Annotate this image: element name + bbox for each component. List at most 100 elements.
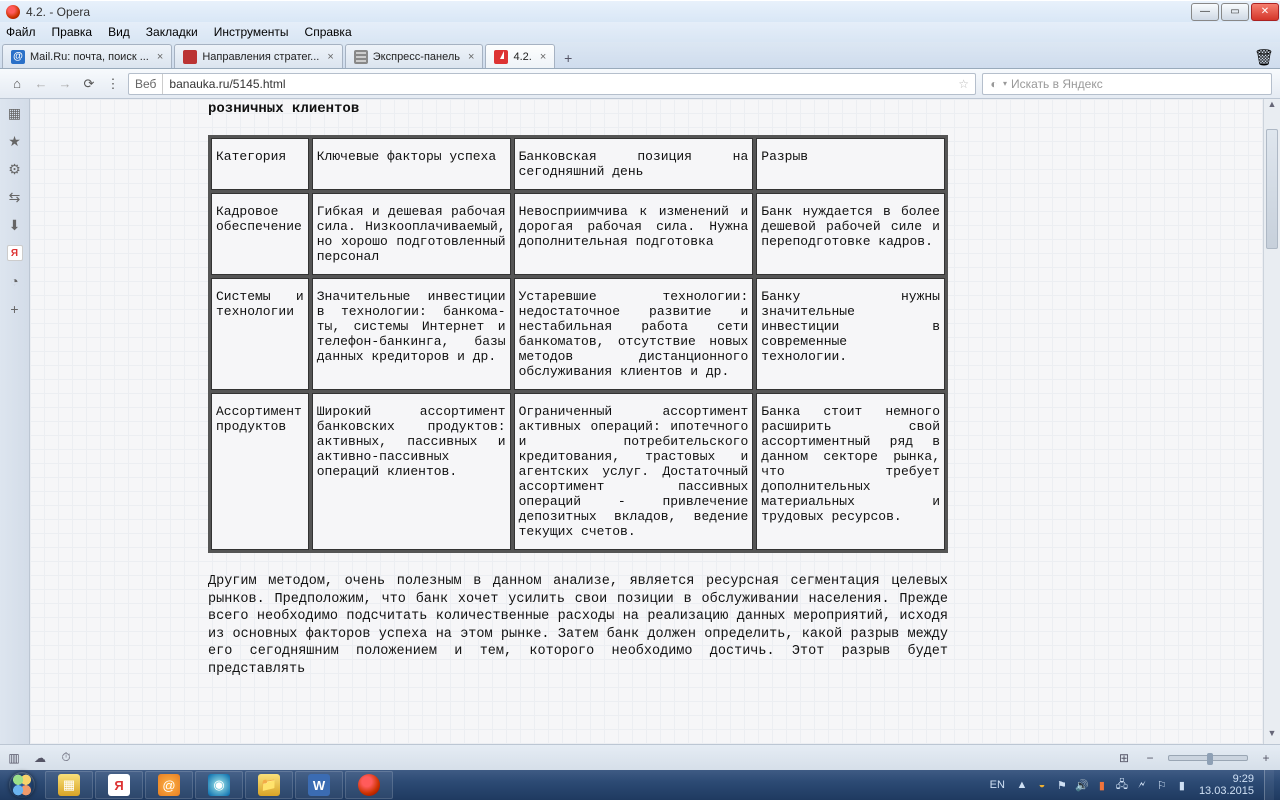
cell: Гибкая и дешевая рабочая сила. Низкоопла… [312, 193, 511, 275]
tray-flag-icon[interactable]: ⚑ [1055, 778, 1069, 792]
taskbar-mail[interactable]: @ [145, 771, 193, 799]
tab-mailru[interactable]: @Mail.Ru: почта, поиск ...× [2, 44, 172, 68]
body-paragraph: Другим методом, очень полезным в данном … [208, 573, 948, 678]
cell: Ограниченный ассортимент активных операц… [514, 393, 754, 550]
cell: Ассортимент продуктов [211, 393, 309, 550]
menubar: Файл Правка Вид Закладки Инструменты Спр… [0, 22, 1280, 42]
table-row: Ассортимент продуктов Широкий ассортимен… [211, 393, 945, 550]
panel-star-icon[interactable]: ★ [7, 133, 23, 149]
search-dropdown-icon[interactable]: ▾ [1003, 79, 1007, 88]
panel-downloads-icon[interactable]: ⬇ [7, 217, 23, 233]
cell: Устаревшие технологии: недостаточное раз… [514, 278, 754, 390]
tray-network-icon[interactable]: 🖧 [1115, 778, 1129, 792]
clock-date: 13.03.2015 [1199, 785, 1254, 797]
protocol-label: Веб [129, 74, 163, 94]
show-desktop-button[interactable] [1264, 770, 1274, 800]
panel-links-icon[interactable]: ⇆ [7, 189, 23, 205]
taskbar-folder[interactable]: 📁 [245, 771, 293, 799]
menu-bookmarks[interactable]: Закладки [146, 25, 198, 39]
forward-icon[interactable]: → [56, 75, 74, 93]
taskbar-opera[interactable] [345, 771, 393, 799]
tab-current[interactable]: 4.2. × [485, 44, 555, 68]
menu-help[interactable]: Справка [305, 25, 352, 39]
tray-wifi-icon[interactable]: ▮ [1175, 778, 1189, 792]
language-indicator[interactable]: EN [986, 779, 1009, 791]
taskbar-clock[interactable]: 9:29 13.03.2015 [1195, 773, 1258, 797]
scroll-down-icon[interactable]: ▼ [1264, 728, 1280, 744]
tab-label: 4.2. [513, 51, 531, 63]
panel-yandex-icon[interactable]: Я [7, 245, 23, 261]
bookmark-star-icon[interactable]: ☆ [952, 77, 975, 91]
tray-up-icon[interactable]: ▲ [1015, 778, 1029, 792]
tray-action-icon[interactable]: ⚐ [1155, 778, 1169, 792]
turbo-icon[interactable]: ⏱ [58, 750, 74, 766]
gap-analysis-table: Категория Ключевые факторы успеха Банков… [208, 135, 948, 553]
windows-orb-icon [9, 772, 35, 798]
home-icon[interactable]: ⌂ [8, 75, 26, 93]
panel-add-icon[interactable]: + [7, 301, 23, 317]
tray-power-icon[interactable]: 🗲 [1135, 778, 1149, 792]
menu-tools[interactable]: Инструменты [214, 25, 289, 39]
tray-shield-icon[interactable]: ◒ [1035, 778, 1049, 792]
tab-speeddial[interactable]: Экспресс-панель × [345, 44, 484, 68]
tray-volume-icon[interactable]: 🔊 [1075, 778, 1089, 792]
panel-settings-icon[interactable]: ⚙ [7, 161, 23, 177]
new-tab-button[interactable]: + [557, 48, 579, 68]
cell: Банка стоит немного расширить свой ассор… [756, 393, 945, 550]
tab-strip: @Mail.Ru: почта, поиск ...× Направления … [0, 42, 1280, 69]
zoom-slider[interactable] [1168, 755, 1248, 761]
side-panel: ▦ ★ ⚙ ⇆ ⬇ Я ◔ + [0, 99, 30, 744]
minimize-button[interactable]: — [1191, 3, 1219, 21]
panel-toggle-icon[interactable]: ▥ [6, 750, 22, 766]
tab-label: Экспресс-панель [373, 51, 460, 63]
sync-icon[interactable]: ☁ [32, 750, 48, 766]
tab-close-icon[interactable]: × [157, 51, 163, 63]
zoom-in-icon[interactable]: + [1258, 750, 1274, 766]
system-tray: EN ▲ ◒ ⚑ 🔊 ▮ 🖧 🗲 ⚐ ▮ 9:29 13.03.2015 [986, 770, 1280, 800]
taskbar-explorer[interactable]: ▦ [45, 771, 93, 799]
scroll-thumb[interactable] [1266, 129, 1278, 249]
header-category: Категория [211, 138, 309, 190]
close-button[interactable]: ✕ [1251, 3, 1279, 21]
vertical-scrollbar[interactable]: ▲ ▼ [1263, 99, 1280, 744]
menu-file[interactable]: Файл [6, 25, 36, 39]
tab-close-icon[interactable]: × [327, 51, 333, 63]
table-row: Кадровое обеспечение Гибкая и дешевая ра… [211, 193, 945, 275]
wand-icon[interactable]: ⋮ [104, 75, 122, 93]
start-button[interactable] [0, 770, 44, 800]
back-icon[interactable]: ← [32, 75, 50, 93]
tab-close-icon[interactable]: × [540, 51, 546, 63]
menu-view[interactable]: Вид [108, 25, 130, 39]
opera-logo-icon [6, 5, 20, 19]
tab-strategy[interactable]: Направления стратег...× [174, 44, 342, 68]
panel-history-icon[interactable]: ◔ [7, 273, 23, 289]
maximize-button[interactable]: ▭ [1221, 3, 1249, 21]
cell: Значительные инвестиции в технологии: ба… [312, 278, 511, 390]
cell: Системы и технологии [211, 278, 309, 390]
scroll-up-icon[interactable]: ▲ [1264, 99, 1280, 115]
cell: Банк нуждается в более дешевой рабочей с… [756, 193, 945, 275]
taskbar-word[interactable]: W [295, 771, 343, 799]
search-placeholder: Искать в Яндекс [1011, 77, 1103, 91]
panel-bookmarks-icon[interactable]: ▦ [7, 105, 23, 121]
site-icon [183, 50, 197, 64]
clock-time: 9:29 [1199, 773, 1254, 785]
reload-icon[interactable]: ⟳ [80, 75, 98, 93]
tray-orange-icon[interactable]: ▮ [1095, 778, 1109, 792]
zoom-fit-icon[interactable]: ⊞ [1116, 750, 1132, 766]
taskbar-yandex[interactable]: Я [95, 771, 143, 799]
taskbar-app1[interactable]: ◉ [195, 771, 243, 799]
trash-tabs-icon[interactable]: 🗑 [1254, 48, 1274, 68]
address-field[interactable]: Веб banauka.ru/5145.html ☆ [128, 73, 976, 95]
menu-edit[interactable]: Правка [52, 25, 93, 39]
cell: Широкий ассортимент банковских продуктов… [312, 393, 511, 550]
speeddial-icon [354, 50, 368, 64]
browser-statusbar: ▥ ☁ ⏱ ⊞ − + [0, 744, 1280, 770]
cell: Кадровое обеспечение [211, 193, 309, 275]
address-toolbar: ⌂ ← → ⟳ ⋮ Веб banauka.ru/5145.html ☆ ◐ ▾… [0, 69, 1280, 99]
tab-label: Mail.Ru: почта, поиск ... [30, 51, 149, 63]
tab-close-icon[interactable]: × [468, 51, 474, 63]
zoom-out-icon[interactable]: − [1142, 750, 1158, 766]
header-gap: Разрыв [756, 138, 945, 190]
search-field[interactable]: ◐ ▾ Искать в Яндекс [982, 73, 1272, 95]
